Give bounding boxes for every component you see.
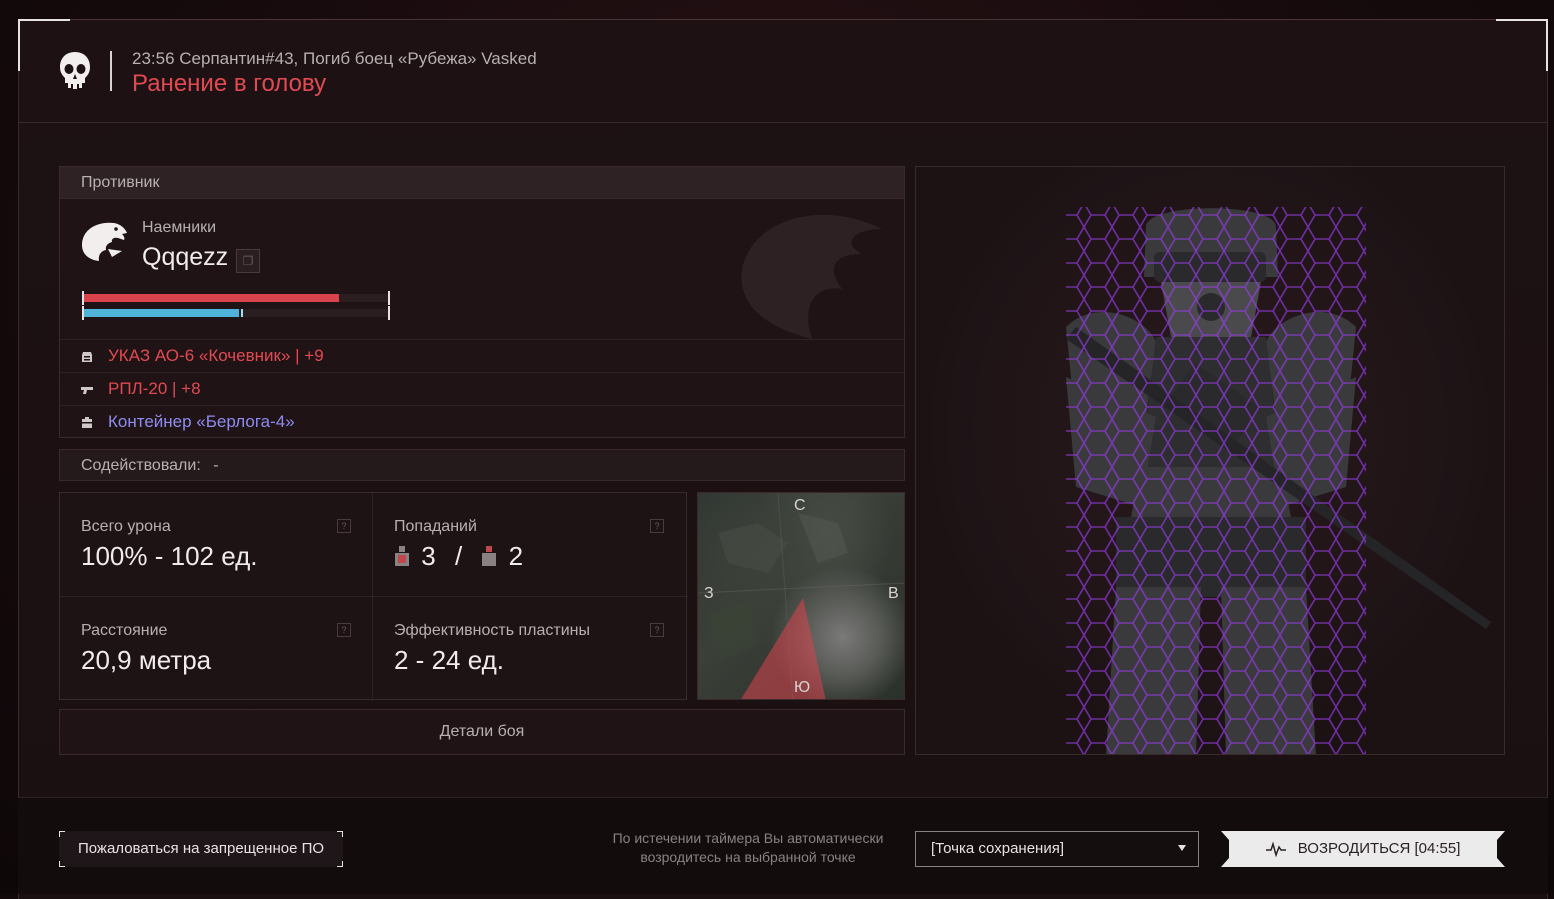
respawn-button[interactable]: ВОЗРОДИТЬСЯ [04:55] [1221, 831, 1505, 867]
compass-north: С [794, 497, 806, 514]
help-icon[interactable]: ? [650, 623, 664, 637]
assist-row: Содействовали: - [59, 449, 905, 481]
armored-soldier-image [1066, 207, 1491, 754]
kill-direction-cone [741, 598, 826, 699]
heartbeat-icon [1265, 841, 1286, 858]
copy-name-icon[interactable]: ❐ [236, 249, 260, 273]
combat-stats-panel: Всего урона 100% - 102 ед. ? Попаданий 3… [59, 492, 688, 701]
stat-distance: Расстояние 20,9 метра ? [60, 597, 373, 700]
enemy-faction: Наемники [142, 219, 217, 236]
gear-row-container: Контейнер «Берлога-4» [60, 405, 904, 437]
spawn-point-select[interactable]: [Точка сохранения] [915, 831, 1199, 867]
report-bracket-tr [337, 831, 343, 837]
armor-bar [82, 306, 390, 320]
health-bar [82, 291, 390, 305]
respawn-hint: По истечении таймера Вы автоматически во… [590, 829, 906, 867]
faction-watermark-icon [741, 214, 882, 339]
enemy-character-portrait [915, 166, 1505, 755]
head-hit-icon [482, 546, 497, 566]
report-bracket-bl [59, 861, 65, 867]
help-icon[interactable]: ? [650, 519, 664, 533]
gear-weapon-label: РПЛ-20 | +8 [108, 379, 201, 398]
dropdown-arrow-icon [1178, 845, 1186, 851]
hits-separator: / [454, 541, 463, 571]
gear-armor-label: УКАЗ АО-6 «Кочевник» | +9 [108, 346, 324, 365]
hits-label: Попаданий [394, 518, 477, 535]
total-damage-label: Всего урона [81, 518, 171, 535]
report-bracket-br [337, 861, 343, 867]
help-icon[interactable]: ? [337, 519, 351, 533]
gear-row-weapon: РПЛ-20 | +8 [60, 372, 904, 405]
compass-east: В [888, 585, 899, 602]
report-cheater-button[interactable]: Пожаловаться на запрещенное ПО [59, 831, 343, 867]
death-header: 23:56 Серпантин#43, Погиб боец «Рубежа» … [18, 19, 1548, 123]
enemy-panel: Противник Наемники Qqqezz ❐ УКАЗ АО-6 «К… [59, 166, 905, 438]
plate-efficiency-label: Эффективность пластины [394, 622, 591, 639]
compass-west: З [704, 585, 714, 602]
respawn-button-label: ВОЗРОДИТЬСЯ [04:55] [1297, 840, 1461, 857]
distance-value: 20,9 метра [81, 645, 212, 675]
header-divider [110, 51, 112, 91]
stat-total-damage: Всего урона 100% - 102 ед. ? [60, 493, 373, 596]
death-cause-title: Ранение в голову [132, 70, 327, 97]
stat-hits: Попаданий 3 / 2 ? [373, 493, 686, 596]
hits-value: 3 / 2 [394, 541, 523, 572]
body-hit-icon [395, 546, 409, 566]
hits-count-a: 3 [421, 541, 436, 571]
weapon-icon [81, 387, 93, 394]
gear-row-armor: УКАЗ АО-6 «Кочевник» | +9 [60, 339, 904, 372]
armor-icon [82, 352, 92, 362]
total-damage-value: 100% - 102 ед. [81, 541, 258, 571]
respawn-hint-line-1: По истечении таймера Вы автоматически [612, 830, 884, 846]
assist-label: Содействовали: [81, 457, 201, 474]
respawn-notch-right [1497, 831, 1505, 867]
minimap-terrain [698, 493, 904, 699]
battle-details-button[interactable]: Детали боя [59, 709, 905, 755]
respawn-notch-left [1221, 831, 1229, 867]
skull-icon [60, 52, 90, 89]
kill-minimap: С Ю З В [697, 492, 905, 700]
container-icon [82, 417, 92, 428]
plate-efficiency-value: 2 - 24 ед. [394, 645, 504, 675]
hits-count-b: 2 [508, 541, 524, 571]
assist-value: - [213, 457, 219, 474]
enemy-player-name: Qqqezz [142, 243, 229, 271]
health-bar-fill [84, 294, 339, 302]
gear-container-label: Контейнер «Берлога-4» [108, 412, 295, 431]
stat-plate-efficiency: Эффективность пластины 2 - 24 ед. ? [373, 597, 686, 700]
compass-south: Ю [794, 679, 811, 696]
armor-bar-fill [84, 309, 239, 317]
mercenaries-faction-icon [82, 222, 127, 261]
respawn-hint-line-2: возродитесь на выбранной точке [640, 849, 856, 865]
distance-label: Расстояние [81, 622, 168, 639]
armor-bar-tick [241, 309, 243, 317]
enemy-section-label: Противник [60, 167, 904, 199]
help-icon[interactable]: ? [337, 623, 351, 637]
report-bracket-tl [59, 831, 65, 837]
spawn-point-value: [Точка сохранения] [931, 840, 1064, 857]
death-event-subtitle: 23:56 Серпантин#43, Погиб боец «Рубежа» … [132, 49, 537, 68]
